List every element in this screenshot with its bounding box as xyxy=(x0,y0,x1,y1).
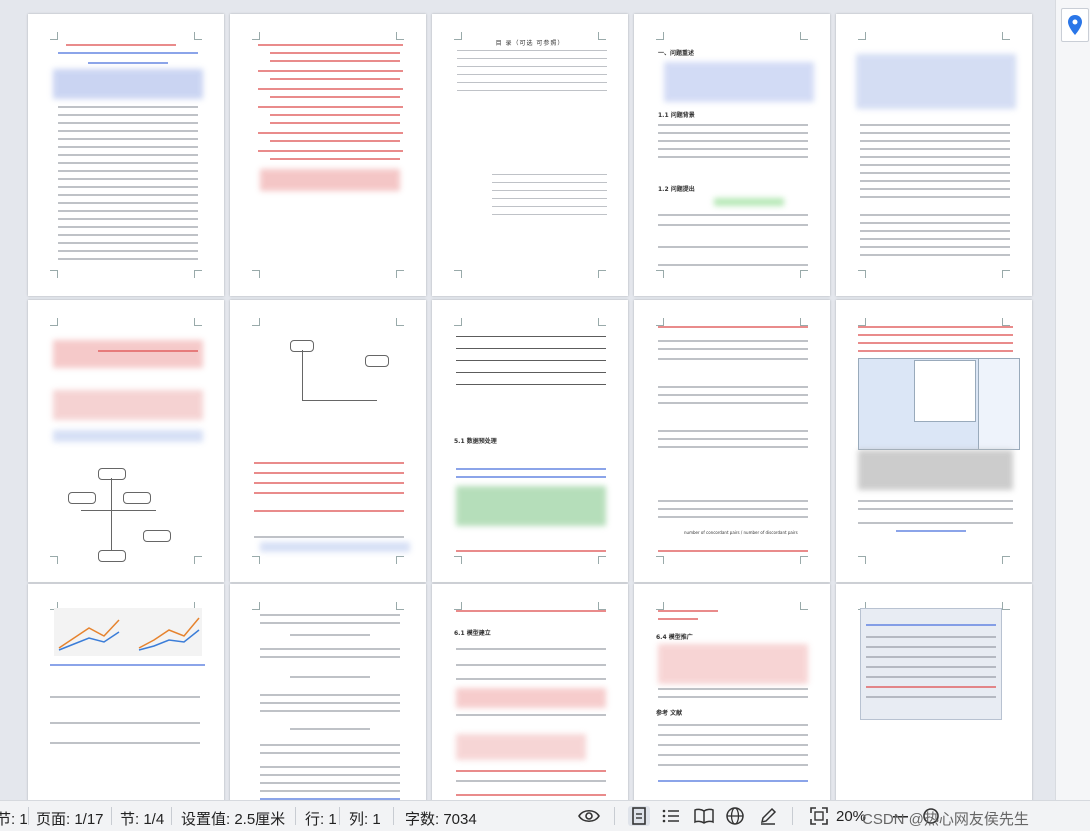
page-8[interactable]: 5.1 数据预处理 xyxy=(432,300,628,582)
watermark-text: CSDN @热心网友侯先生 xyxy=(862,811,1029,828)
page-11[interactable] xyxy=(28,584,224,800)
page-9[interactable]: number of concordant pairs / number of d… xyxy=(634,300,830,582)
fit-screen-icon[interactable] xyxy=(808,806,830,826)
page-6[interactable] xyxy=(28,300,224,582)
section-heading: 一、问题重述 xyxy=(658,50,695,57)
pen-icon[interactable] xyxy=(757,806,779,826)
page-10[interactable] xyxy=(836,300,1032,582)
page-3-toc[interactable]: 目 录（可选 可参照） xyxy=(432,14,628,296)
subsection-heading: 1.1 问题背景 xyxy=(658,112,695,119)
page-15[interactable] xyxy=(836,584,1032,800)
outline-icon[interactable] xyxy=(660,806,682,826)
globe-icon[interactable] xyxy=(724,806,746,826)
page-indicator[interactable]: 页面: 1/17 xyxy=(36,808,104,829)
section-number: 节: 1 xyxy=(0,811,28,828)
column-indicator: 列: 1 xyxy=(349,811,381,828)
page-view-icon[interactable] xyxy=(628,806,650,826)
references-heading: 参考 文献 xyxy=(656,710,683,717)
page-5[interactable] xyxy=(836,14,1032,296)
section-heading-4: 5.1 数据预处理 xyxy=(454,438,497,445)
status-bar: 节: 1 页面: 1/17 节: 1/4 设置值: 2.5厘米 行: 1 列: … xyxy=(0,800,1090,831)
right-side-panel xyxy=(1055,0,1090,800)
toc-heading: 目 录（可选 可参照） xyxy=(495,40,565,47)
page-4[interactable]: 一、问题重述 1.1 问题背景 1.2 问题提出 xyxy=(634,14,830,296)
subsection-heading-2: 1.2 问题提出 xyxy=(658,186,695,193)
word-count[interactable]: 字数: 7034 xyxy=(405,808,477,829)
margin-setting[interactable]: 设置值: 2.5厘米 xyxy=(181,808,285,829)
page-2[interactable] xyxy=(230,14,426,296)
page-1[interactable] xyxy=(28,14,224,296)
book-icon[interactable] xyxy=(693,806,715,826)
page-14[interactable]: 6.4 模型推广 参考 文献 xyxy=(634,584,830,800)
page-7[interactable] xyxy=(230,300,426,582)
line-chart-thumbnail xyxy=(58,617,200,651)
eye-icon[interactable] xyxy=(578,806,600,826)
row-indicator: 行: 1 xyxy=(305,811,337,828)
page-12[interactable] xyxy=(230,584,426,800)
location-pin-icon[interactable] xyxy=(1061,8,1089,42)
formula-text: number of concordant pairs / number of d… xyxy=(684,530,798,535)
document-multi-page-canvas[interactable]: 目 录（可选 可参照） 一、问题重述 1.1 问题背景 1.2 问题提出 5.1… xyxy=(0,0,1055,800)
section-indicator[interactable]: 节: 1/4 xyxy=(120,808,164,829)
page-13[interactable]: 6.1 模型建立 xyxy=(432,584,628,800)
section-heading-6: 6.4 模型推广 xyxy=(656,634,693,641)
section-heading-5: 6.1 模型建立 xyxy=(454,630,491,637)
